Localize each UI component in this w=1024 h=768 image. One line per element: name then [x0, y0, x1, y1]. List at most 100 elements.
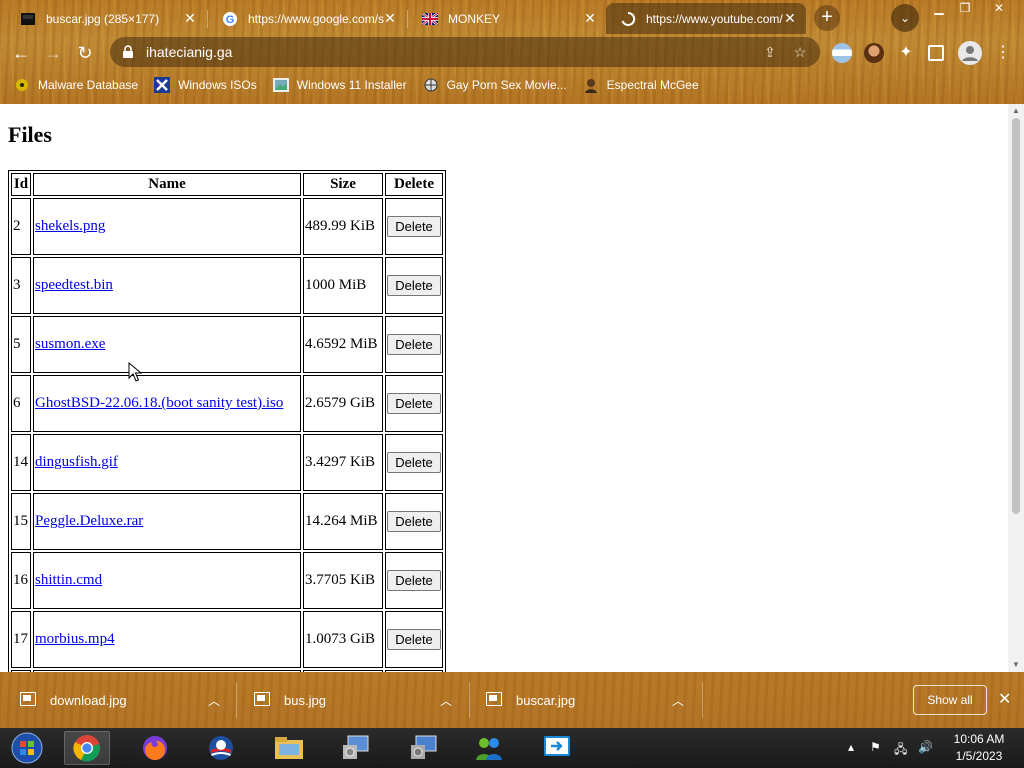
users-icon[interactable] [466, 731, 512, 765]
arrow-left-icon: ← [12, 43, 30, 63]
clock-time: 10:06 AM [953, 732, 1005, 746]
puzzle-icon[interactable]: ✦ [896, 43, 916, 63]
close-icon[interactable]: ✕ [782, 10, 798, 27]
network-icon[interactable]: 🖧 [894, 740, 907, 761]
firefox-icon[interactable] [132, 731, 178, 765]
show-all-button[interactable]: Show all [913, 685, 987, 715]
bookmark-star-icon[interactable]: ☆ [792, 44, 808, 60]
delete-button[interactable]: Delete [387, 570, 441, 591]
action-center-flag-icon[interactable]: ⚑ [870, 740, 881, 754]
tab-strip: buscar.jpg (285×177) ✕ G https://www.goo… [0, 0, 1024, 34]
table-row: 15 Peggle.Deluxe.rar 14.264 MiB Delete [11, 493, 443, 550]
close-icon[interactable]: ✕ [998, 689, 1011, 709]
file-id-cell: 16 [11, 552, 31, 609]
bookmark-movie-site[interactable]: Gay Porn Sex Movie... [423, 77, 567, 93]
file-link[interactable]: speedtest.bin [35, 277, 113, 293]
table-header-row: Id Name Size Delete [11, 173, 443, 196]
delete-button[interactable]: Delete [387, 393, 441, 414]
chevron-up-icon[interactable]: ︿ [440, 692, 452, 709]
file-link[interactable]: shittin.cmd [35, 572, 102, 588]
obama-logo-icon[interactable] [198, 731, 244, 765]
bookmark-windows-11-installer[interactable]: Windows 11 Installer [272, 77, 407, 93]
file-id-cell: 14 [11, 434, 31, 491]
profile-avatar-icon[interactable] [958, 41, 982, 65]
chevron-up-icon[interactable]: ︿ [208, 692, 220, 709]
show-hidden-icons-icon[interactable]: ▴ [848, 740, 854, 754]
table-body: 2 shekels.png 489.99 KiB Delete 3 speedtest.b… [11, 198, 443, 672]
bookmark-espectral-mcgee[interactable]: Espectral McGee [583, 77, 699, 93]
network-setup-icon[interactable] [400, 731, 446, 765]
files-table: Id Name Size Delete 2 shekels.png 489.99 K… [8, 170, 446, 672]
back-button[interactable]: ← [8, 40, 34, 66]
table-row: 6 GhostBSD-22.06.18.(boot sanity test).is… [11, 375, 443, 432]
tab-monkey[interactable]: MONKEY ✕ [408, 3, 606, 34]
chevron-up-icon[interactable]: ︿ [672, 692, 684, 709]
delete-button[interactable]: Delete [387, 629, 441, 650]
download-item[interactable]: buscar.jpg ︿ [486, 682, 696, 718]
file-link[interactable]: GhostBSD-22.06.18.(boot sanity test).iso [35, 395, 283, 411]
delete-button[interactable]: Delete [387, 216, 441, 237]
restore-button[interactable]: ❐ [950, 0, 980, 18]
google-icon: G [222, 11, 238, 27]
forward-button[interactable]: → [40, 40, 66, 66]
table-row: 17 morbius.mp4 1.0073 GiB Delete [11, 611, 443, 668]
column-header-size: Size [303, 173, 383, 196]
delete-cell: Delete [385, 198, 443, 255]
file-explorer-icon[interactable] [266, 731, 312, 765]
delete-button[interactable]: Delete [387, 452, 441, 473]
avatar-extension-icon[interactable] [864, 43, 884, 63]
bookmark-malware-database[interactable]: Malware Database [14, 77, 138, 93]
reload-icon: ↻ [77, 43, 93, 63]
image-file-icon [20, 11, 36, 27]
uk-flag-icon [422, 11, 438, 27]
bookmark-windows-isos[interactable]: Windows ISOs [154, 77, 257, 93]
download-item[interactable]: bus.jpg ︿ [254, 682, 464, 718]
close-icon[interactable]: ✕ [582, 10, 598, 27]
file-link[interactable]: morbius.mp4 [35, 631, 115, 647]
tab-search-button[interactable]: ⌄ [891, 4, 919, 32]
volume-icon[interactable]: 🔊 [918, 740, 933, 754]
close-window-button[interactable]: ✕ [984, 0, 1014, 18]
avatar-icon [583, 77, 599, 93]
scroll-up-icon[interactable]: ▲ [1012, 106, 1020, 115]
tab-buscar[interactable]: buscar.jpg (285×177) ✕ [6, 3, 206, 34]
remote-desktop-icon[interactable] [534, 731, 580, 765]
tab-google[interactable]: G https://www.google.com/s ✕ [208, 3, 406, 34]
divider [236, 682, 237, 718]
file-name-cell: morbius.mp4 [33, 611, 301, 668]
scroll-thumb[interactable] [1012, 118, 1020, 514]
mouse-cursor-icon [128, 361, 143, 387]
file-name-cell: shittin.cmd [33, 552, 301, 609]
installer-icon[interactable] [332, 731, 378, 765]
file-link[interactable]: Peggle.Deluxe.rar [35, 513, 143, 529]
file-size-cell: 3.4297 KiB [303, 434, 383, 491]
close-icon[interactable]: ✕ [382, 10, 398, 27]
column-header-id: Id [11, 173, 31, 196]
start-orb-icon[interactable] [4, 731, 50, 765]
address-bar[interactable]: ihatecianig.ga ⇪ ☆ [110, 37, 820, 67]
share-icon[interactable]: ⇪ [762, 44, 778, 60]
delete-button[interactable]: Delete [387, 275, 441, 296]
delete-cell: Delete [385, 552, 443, 609]
sidepanel-icon[interactable] [928, 45, 944, 61]
download-item[interactable]: download.jpg ︿ [20, 682, 230, 718]
image-file-icon [20, 692, 36, 708]
tab-youtube[interactable]: https://www.youtube.com/ ✕ [606, 3, 806, 34]
file-size-cell: 1.0073 GiB [303, 611, 383, 668]
vertical-scrollbar[interactable]: ▲ ▼ [1008, 104, 1024, 672]
browser-toolbar: ← → ↻ ihatecianig.ga ⇪ ☆ ✦ ⋮ [0, 34, 1024, 70]
delete-button[interactable]: Delete [387, 334, 441, 355]
chrome-icon[interactable] [64, 731, 110, 765]
bookmarks-bar: Malware Database Windows ISOs Windows 11… [0, 70, 1024, 100]
new-tab-button[interactable]: + [814, 5, 840, 31]
close-icon[interactable]: ✕ [182, 10, 198, 27]
menu-button[interactable]: ⋮ [990, 40, 1016, 66]
file-link[interactable]: susmon.exe [35, 336, 105, 352]
file-link[interactable]: shekels.png [35, 218, 105, 234]
delete-button[interactable]: Delete [387, 511, 441, 532]
flag-extension-icon[interactable] [832, 43, 852, 63]
scroll-down-icon[interactable]: ▼ [1012, 660, 1020, 669]
reload-button[interactable]: ↻ [72, 40, 98, 66]
file-link[interactable]: dingusfish.gif [35, 454, 118, 470]
system-clock[interactable]: 10:06 AM 1/5/2023 [944, 731, 1014, 765]
